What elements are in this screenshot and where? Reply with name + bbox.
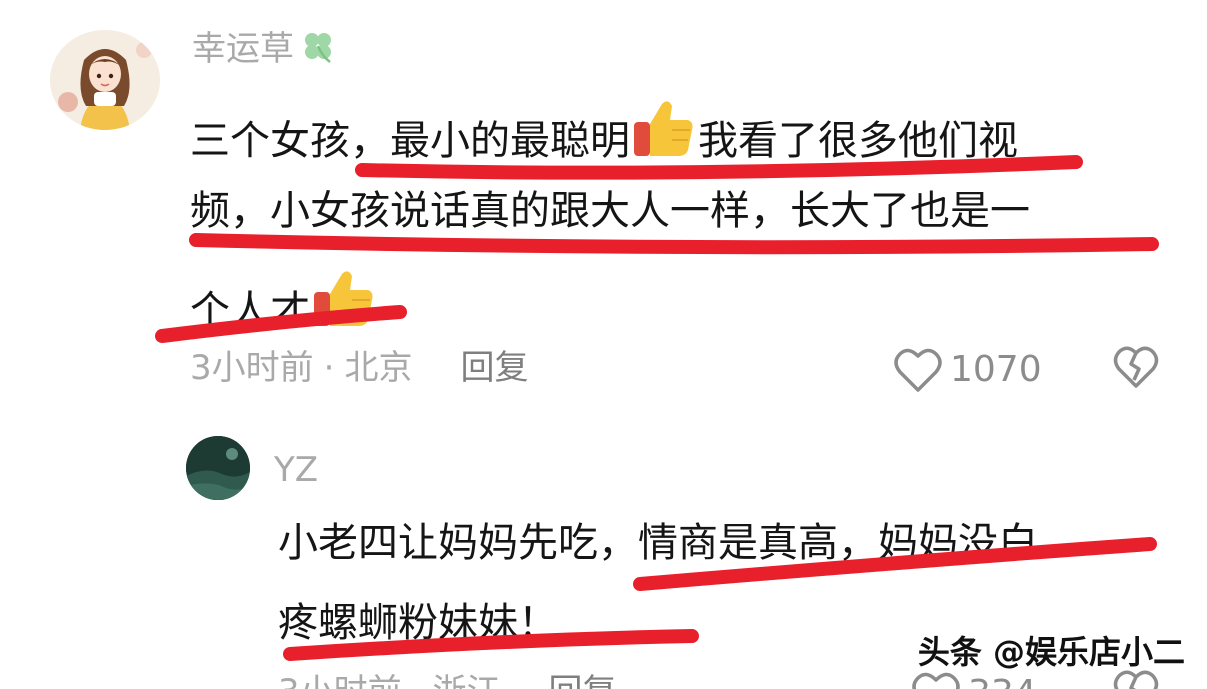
comment-location: 浙江 [432,672,500,689]
dislike-button[interactable] [1112,344,1160,394]
username-text[interactable]: YZ [274,450,318,490]
clover-icon [300,28,336,73]
landscape-avatar-image [186,436,250,500]
like-count: 334 [968,674,1037,689]
girl-avatar-illustration [50,30,160,130]
username[interactable]: YZ [274,450,318,490]
comment-thread: 幸运草 三个女孩，最小的最聪明 我看了很多他们视 频，小女孩说话真的跟大人一样，… [0,0,1207,689]
comment-meta: 3小时前 · 北京 回复 [190,348,528,388]
comment-text-line: 三个女孩，最小的最聪明 我看了很多他们视 [190,98,1018,170]
comment-text-line: 个人才 [190,268,378,340]
heart-icon[interactable] [892,346,944,394]
reply-button[interactable]: 回复 [548,672,616,689]
comment-meta: 3小时前 · 浙江 回复 [278,672,616,689]
comment-text-segment: 个人才 [190,288,310,334]
underline-mark [189,233,1159,255]
comment-text-line: 小老四让妈妈先吃，情商是真高，妈妈没白 [278,520,1038,566]
heart-icon[interactable] [910,670,962,689]
comment-location: 北京 [344,348,413,388]
comment-time: 3小时前 [190,348,314,388]
meta-separator: · [323,348,335,388]
meta-separator: · [412,672,423,689]
comment-text-segment: 频，小女孩说话真的跟大人一样，长大了也是一 [190,188,1030,234]
username[interactable]: 幸运草 [192,28,336,73]
comment-text-segment: 疼螺蛳粉妹妹！ [278,600,558,646]
like-button[interactable]: 334 [910,670,1037,689]
broken-heart-icon[interactable] [1112,344,1160,390]
thumbs-up-icon [632,98,696,170]
comment-text-segment: 我看了很多他们视 [698,118,1018,164]
like-button[interactable]: 1070 [892,346,1042,394]
comment-text-line: 疼螺蛳粉妹妹！ [278,600,558,646]
thumbs-up-icon [312,268,376,340]
avatar[interactable] [186,436,250,500]
comment-time: 3小时前 [278,672,402,689]
reply-button[interactable]: 回复 [460,348,528,388]
platform-watermark: 头条 @娱乐店小二 [917,633,1185,671]
comment-text-line: 频，小女孩说话真的跟大人一样，长大了也是一 [190,188,1030,234]
comment-text-segment: 小老四让妈妈先吃，情商是真高，妈妈没白 [278,520,1038,566]
username-text[interactable]: 幸运草 [192,29,294,69]
comment-text-segment: 三个女孩，最小的最聪明 [190,118,630,164]
avatar[interactable] [50,30,160,130]
like-count: 1070 [950,349,1042,390]
